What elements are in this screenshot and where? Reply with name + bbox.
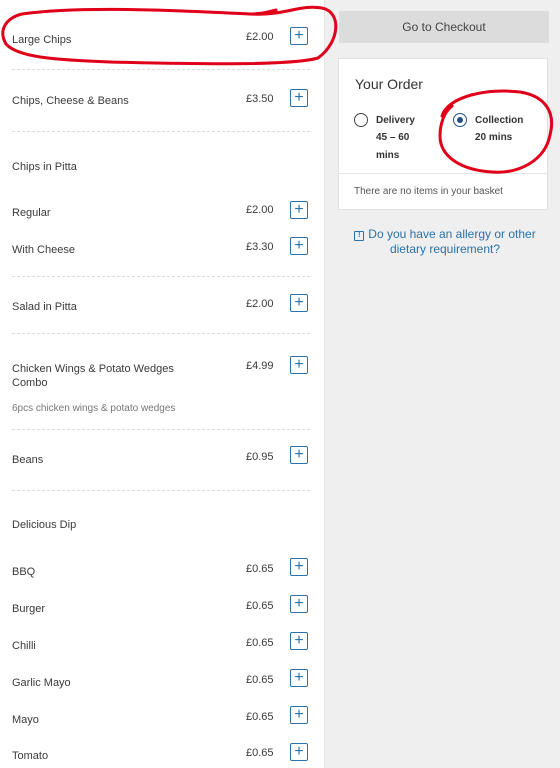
add-button[interactable]: + [290, 294, 308, 312]
item-price: £0.65 [246, 637, 274, 649]
item-name: Large Chips [12, 34, 72, 46]
divider [12, 490, 310, 491]
item-name: BBQ [12, 566, 36, 578]
add-button[interactable]: + [290, 706, 308, 724]
delivery-unit: mins [376, 150, 400, 161]
delivery-radio[interactable] [354, 113, 368, 127]
item-name: Burger [12, 603, 46, 615]
divider [12, 276, 310, 277]
info-icon: ! [354, 231, 365, 241]
collection-label: Collection [475, 115, 524, 126]
add-button[interactable]: + [290, 201, 308, 219]
section-heading-chips-in-pitta: Chips in Pitta [12, 161, 77, 173]
item-price: £0.65 [246, 747, 274, 759]
item-price: £2.00 [246, 204, 274, 216]
item-price: £0.65 [246, 563, 274, 575]
item-name: Chilli [12, 640, 36, 652]
item-price: £0.65 [246, 711, 274, 723]
collection-radio[interactable] [453, 113, 467, 127]
menu-panel: Large Chips £2.00 + Chips, Cheese & Bean… [0, 0, 325, 768]
section-heading-delicious-dip: Delicious Dip [12, 519, 77, 531]
item-description: 6pcs chicken wings & potato wedges [12, 403, 176, 414]
delivery-time: 45 – 60 [376, 132, 410, 143]
add-button[interactable]: + [290, 89, 308, 107]
item-name-line1: Chicken Wings & Potato Wedges [12, 363, 174, 375]
item-name: Garlic Mayo [12, 677, 71, 689]
item-name: Regular [12, 207, 51, 219]
item-name: Beans [12, 454, 44, 466]
divider [12, 69, 310, 70]
item-price: £3.30 [246, 241, 274, 253]
item-price: £2.00 [246, 31, 274, 43]
item-price: £0.65 [246, 674, 274, 686]
delivery-label: Delivery [376, 115, 415, 126]
allergy-link[interactable]: ! Do you have an allergy or other dietary… [345, 227, 545, 257]
add-button[interactable]: + [290, 595, 308, 613]
item-price: £2.00 [246, 298, 274, 310]
add-button[interactable]: + [290, 446, 308, 464]
item-name: With Cheese [12, 244, 75, 256]
basket-empty-message: There are no items in your basket [354, 186, 503, 197]
checkout-button[interactable]: Go to Checkout [339, 11, 549, 43]
add-button[interactable]: + [290, 356, 308, 374]
item-name: Chips, Cheese & Beans [12, 95, 129, 107]
add-button[interactable]: + [290, 743, 308, 761]
divider [12, 333, 310, 334]
item-price: £3.50 [246, 93, 274, 105]
add-button[interactable]: + [290, 669, 308, 687]
divider [12, 429, 310, 430]
divider [339, 173, 547, 174]
item-name: Mayo [12, 714, 39, 726]
item-name: Tomato [12, 750, 49, 762]
item-price: £4.99 [246, 360, 274, 372]
add-button[interactable]: + [290, 558, 308, 576]
add-button[interactable]: + [290, 27, 308, 45]
order-title: Your Order [355, 76, 423, 92]
divider [12, 131, 310, 132]
add-button[interactable]: + [290, 237, 308, 255]
item-name: Salad in Pitta [12, 301, 77, 313]
order-card: Your Order Delivery 45 – 60 mins Collect… [338, 58, 548, 210]
item-price: £0.95 [246, 451, 274, 463]
collection-time: 20 mins [475, 132, 513, 143]
add-button[interactable]: + [290, 632, 308, 650]
item-price: £0.65 [246, 600, 274, 612]
item-name-line2: Combo [12, 377, 48, 389]
allergy-text-line2: dietary requirement? [389, 242, 501, 256]
allergy-text-line1: Do you have an allergy or other [368, 227, 536, 241]
